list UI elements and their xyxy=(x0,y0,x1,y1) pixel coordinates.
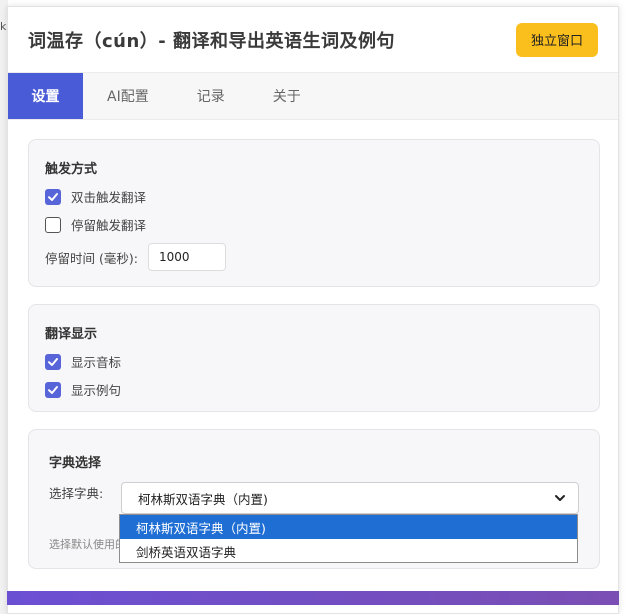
dwell-time-row: 停留时间 (毫秒): xyxy=(45,243,226,271)
trigger-section-title: 触发方式 xyxy=(45,162,98,177)
hover-option[interactable]: 停留触发翻译 xyxy=(45,215,146,234)
dictionary-select[interactable]: 柯林斯双语字典（内置) xyxy=(121,482,579,514)
examples-label: 显示例句 xyxy=(71,383,122,398)
footer-gradient-bar xyxy=(7,591,619,605)
app-title: 词温存（cún）- 翻译和导出英语生词及例句 xyxy=(28,30,396,52)
tab-ai-config[interactable]: AI配置 xyxy=(83,73,173,119)
chevron-down-icon xyxy=(555,495,565,501)
display-settings-card: 翻译显示 显示音标 显示例句 xyxy=(28,304,600,412)
settings-content: 触发方式 双击触发翻译 停留触发翻译 停留时间 (毫秒): 翻译显示 xyxy=(28,139,600,569)
popup-header: 词温存（cún）- 翻译和导出英语生词及例句 独立窗口 xyxy=(8,7,618,72)
dwell-time-input[interactable] xyxy=(147,243,226,271)
hover-label: 停留触发翻译 xyxy=(71,218,147,233)
dictionary-section-title: 字典选择 xyxy=(49,456,102,471)
tab-history[interactable]: 记录 xyxy=(173,73,249,119)
double-click-checkbox[interactable] xyxy=(45,188,61,205)
examples-checkbox[interactable] xyxy=(45,381,61,398)
trigger-settings-card: 触发方式 双击触发翻译 停留触发翻译 停留时间 (毫秒): xyxy=(28,139,600,287)
tab-bar: 设置 AI配置 记录 关于 xyxy=(8,72,618,120)
standalone-window-button[interactable]: 独立窗口 xyxy=(516,22,598,57)
double-click-label: 双击触发翻译 xyxy=(71,190,147,205)
dictionary-option-cambridge[interactable]: 剑桥英语双语字典 xyxy=(120,539,577,563)
tab-settings[interactable]: 设置 xyxy=(8,73,83,119)
checkmark-icon xyxy=(48,385,58,394)
dictionary-select-value: 柯林斯双语字典（内置) xyxy=(138,491,268,507)
checkmark-icon xyxy=(48,192,58,201)
display-section-title: 翻译显示 xyxy=(45,327,98,342)
background-page-glyph: k xyxy=(0,20,7,33)
dictionary-option-collins[interactable]: 柯林斯双语字典（内置) xyxy=(120,515,577,539)
dictionary-dropdown-list: 柯林斯双语字典（内置) 剑桥英语双语字典 xyxy=(119,514,578,563)
phonetic-option[interactable]: 显示音标 xyxy=(45,352,121,371)
examples-option[interactable]: 显示例句 xyxy=(45,380,121,399)
phonetic-label: 显示音标 xyxy=(71,355,122,370)
dwell-time-label: 停留时间 (毫秒): xyxy=(45,250,138,266)
hover-checkbox[interactable] xyxy=(45,216,61,233)
phonetic-checkbox[interactable] xyxy=(45,353,61,370)
tab-about[interactable]: 关于 xyxy=(249,73,325,119)
checkmark-icon xyxy=(48,357,58,366)
dictionary-select-label: 选择字典: xyxy=(49,486,104,501)
double-click-option[interactable]: 双击触发翻译 xyxy=(45,187,146,206)
dictionary-help-text: 选择默认使用的 xyxy=(49,538,126,551)
